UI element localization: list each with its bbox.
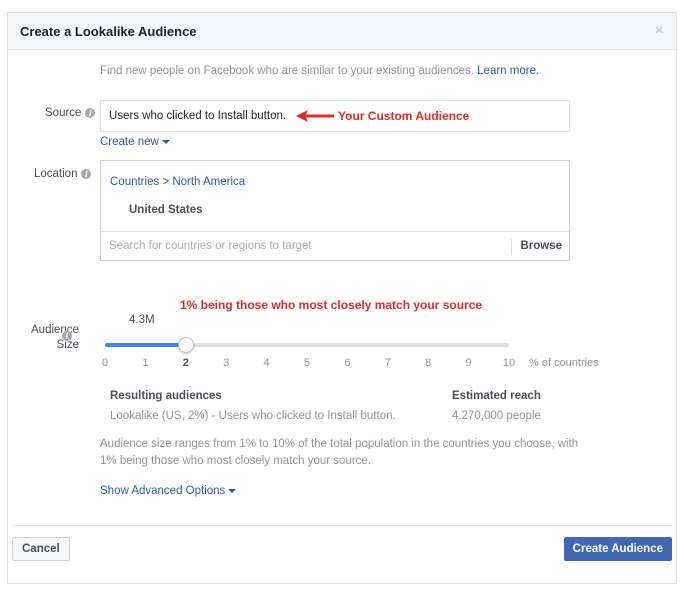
intro-text: Find new people on Facebook who are simi…	[100, 65, 539, 77]
caret-down-icon	[161, 139, 170, 144]
estimated-reach-header: Estimated reach	[452, 390, 541, 402]
location-box: Countries > North America United States …	[100, 160, 570, 261]
slider-fill	[105, 343, 186, 347]
slider-unit-label: % of countries	[529, 357, 599, 369]
slider-annotation: 1% being those who most closely match yo…	[180, 298, 483, 312]
slider-tick-9[interactable]: 9	[466, 357, 472, 369]
slider-tick-2[interactable]: 2	[183, 357, 189, 369]
estimated-reach-value: 4,270,000 people	[452, 410, 541, 422]
slider-tick-3[interactable]: 3	[223, 357, 229, 369]
info-icon[interactable]: i	[85, 107, 96, 118]
slider-handle[interactable]	[177, 337, 194, 353]
footer-divider	[12, 525, 672, 526]
source-label-text: Source	[45, 107, 82, 119]
audience-size-slider[interactable]	[105, 337, 509, 353]
slider-tick-6[interactable]: 6	[344, 357, 350, 369]
audience-size-label: Audience Size i	[31, 323, 79, 353]
crumb-separator: >	[159, 176, 173, 188]
slider-tick-4[interactable]: 4	[264, 357, 270, 369]
caret-down-icon	[228, 488, 237, 493]
location-search-row: Browse	[101, 231, 569, 261]
slider-tick-1[interactable]: 1	[142, 357, 148, 369]
location-search-input[interactable]	[109, 240, 509, 252]
crumb-north-america[interactable]: North America	[172, 176, 245, 188]
show-advanced-options[interactable]: Show Advanced Options	[100, 485, 237, 497]
dialog-title: Create a Lookalike Audience	[20, 24, 197, 39]
audience-size-value: 4.3M	[129, 314, 155, 326]
crumb-countries[interactable]: Countries	[110, 176, 159, 188]
slider-tick-0[interactable]: 0	[102, 357, 108, 369]
cancel-button[interactable]: Cancel	[12, 537, 70, 561]
location-breadcrumb: Countries > North America	[110, 176, 245, 188]
audience-size-note: Audience size ranges from 1% to 10% of t…	[100, 438, 579, 467]
slider-tick-7[interactable]: 7	[385, 357, 391, 369]
resulting-audiences-value: Lookalike (US, 2%) - Users who clicked t…	[110, 410, 396, 422]
source-field[interactable]: Users who clicked to Install button. You…	[100, 100, 570, 132]
location-label: Location i	[34, 168, 92, 180]
advanced-options-label: Show Advanced Options	[100, 485, 226, 497]
slider-tick-10[interactable]: 10	[503, 357, 515, 369]
intro-description: Find new people on Facebook who are simi…	[100, 65, 478, 77]
source-label: Source i	[45, 107, 96, 119]
browse-button[interactable]: Browse	[511, 239, 569, 255]
info-icon[interactable]: i	[62, 331, 72, 341]
create-new-label: Create new	[100, 136, 159, 148]
selected-country: United States	[129, 204, 203, 216]
create-audience-button[interactable]: Create Audience	[563, 537, 672, 561]
dialog-header: Create a Lookalike Audience ×	[8, 13, 676, 50]
slider-tick-5[interactable]: 5	[304, 357, 310, 369]
annotation-arrow-icon	[296, 110, 334, 122]
slider-tick-8[interactable]: 8	[425, 357, 431, 369]
source-annotation: Your Custom Audience	[338, 109, 470, 123]
resulting-audiences-header: Resulting audiences	[110, 390, 222, 402]
close-icon[interactable]: ×	[655, 22, 664, 40]
slider-ticks: 0 1 2 3 4 5 6 7 8 9 10	[102, 357, 515, 371]
info-icon[interactable]: i	[81, 168, 92, 179]
create-new-dropdown[interactable]: Create new	[100, 136, 170, 148]
learn-more-link[interactable]: Learn more.	[477, 65, 539, 77]
source-value: Users who clicked to Install button.	[109, 110, 287, 122]
audience-size-label-row2: Size i	[31, 331, 79, 353]
location-label-text: Location	[34, 168, 78, 180]
